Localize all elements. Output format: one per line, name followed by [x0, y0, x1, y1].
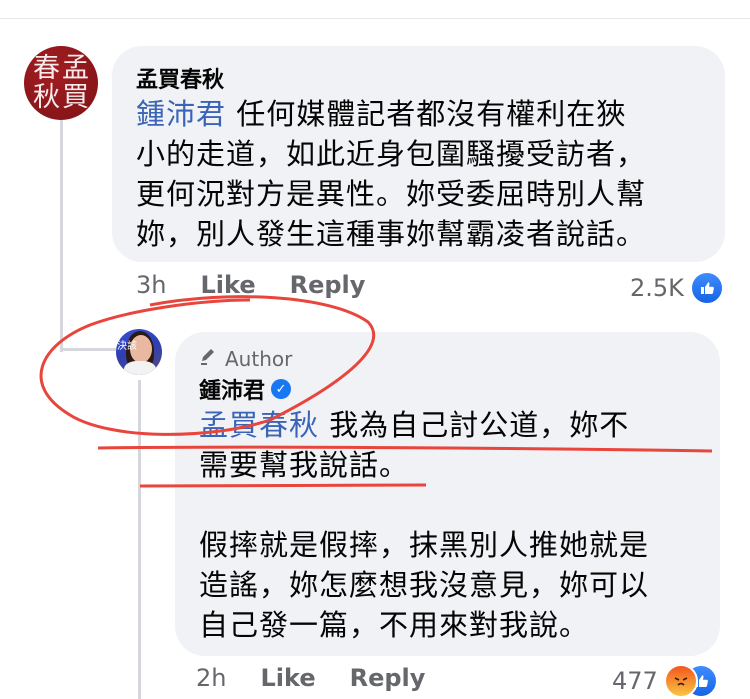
- red-annotation-overlay: [39, 295, 713, 488]
- angry-face-icon: [663, 664, 698, 698]
- annotation-underline: [97, 445, 713, 453]
- annotation-underline: [139, 483, 427, 488]
- annotation-circle: [39, 295, 376, 436]
